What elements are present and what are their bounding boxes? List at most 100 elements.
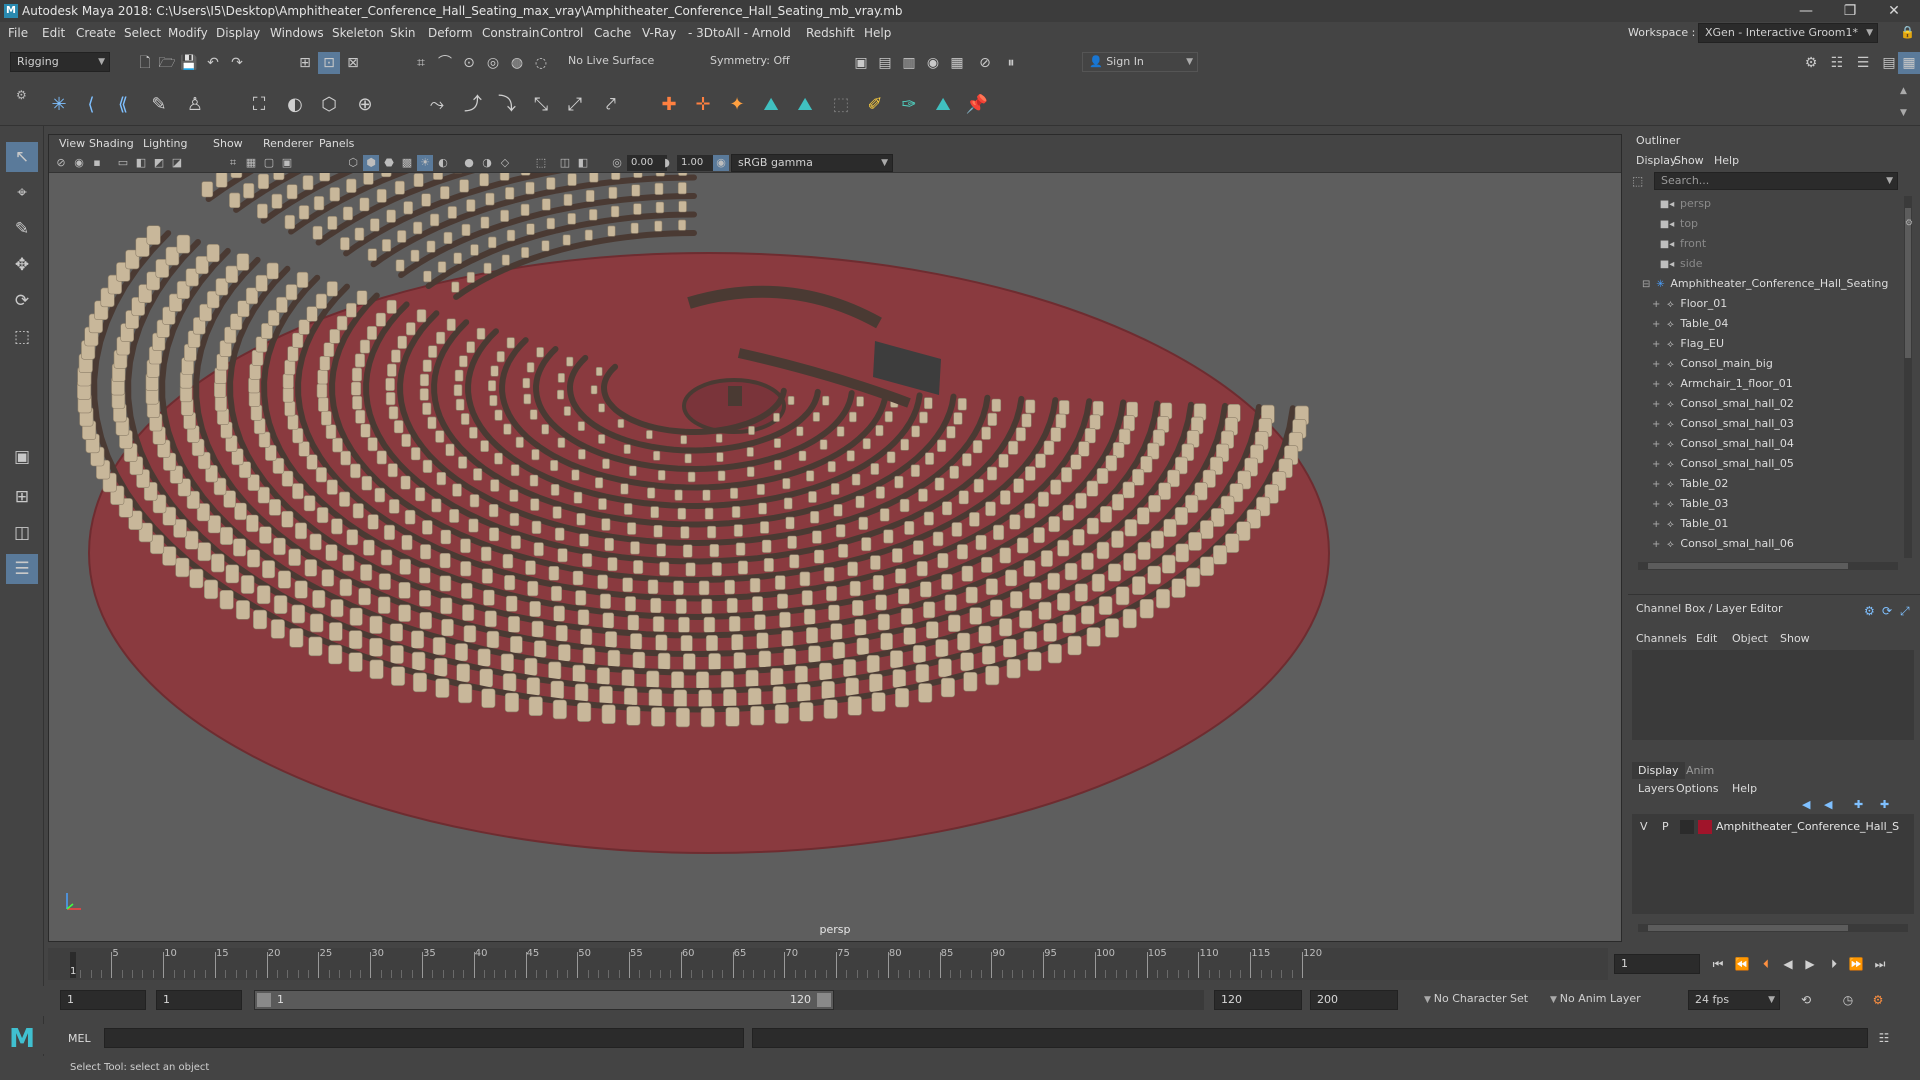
workspace-dropdown[interactable]: XGen - Interactive Groom1* ▼ [1698, 23, 1878, 43]
new-scene-icon[interactable]: 🗋 [134, 52, 156, 74]
shadows-icon[interactable]: ◐ [435, 155, 451, 171]
paint-select-icon[interactable]: ✎ [6, 214, 38, 244]
layer-visibility-toggle[interactable]: V [1640, 820, 1648, 833]
expand-plus-icon[interactable]: + [1652, 379, 1660, 390]
current-frame-field[interactable]: 1 [1614, 954, 1700, 974]
menu-file[interactable]: File [8, 26, 28, 40]
channel-box-area[interactable] [1632, 650, 1914, 740]
expand-plus-icon[interactable]: + [1652, 339, 1660, 350]
expand-plus-icon[interactable]: + [1652, 519, 1660, 530]
outliner-search-field[interactable]: Search... ▼ [1654, 172, 1898, 190]
viewport-panel[interactable]: View Shading Lighting Show Renderer Panels ⊘ … [48, 134, 1622, 942]
play-backward-icon[interactable]: ◀ [1778, 954, 1798, 974]
layer-menu-options[interactable]: Options [1676, 782, 1718, 795]
layer-color-swatch[interactable] [1698, 820, 1712, 834]
xray-joints-icon[interactable]: ◧ [575, 155, 591, 171]
menu-skeleton[interactable]: Skeleton [332, 26, 384, 40]
arnold-light-icon[interactable]: ⛰ [758, 92, 784, 118]
outliner-scroll-thumb[interactable] [1905, 208, 1911, 358]
layer-menu-help[interactable]: Help [1732, 782, 1757, 795]
render-view-icon[interactable]: ▦ [946, 52, 968, 74]
anim-layer-dropdown[interactable]: ▼ No Anim Layer [1544, 990, 1654, 1010]
blank-shelf-icon[interactable]: ⬚ [828, 92, 854, 118]
outliner-vertical-scrollbar[interactable] [1904, 196, 1912, 558]
snap-grid-icon[interactable]: ⌗ [410, 52, 432, 74]
constraint-parent-icon[interactable]: ⤳ [424, 92, 450, 118]
snap-plane-icon[interactable]: ◌ [530, 52, 552, 74]
play-forward-icon[interactable]: ▶ [1800, 954, 1820, 974]
exposure-icon[interactable]: ◎ [609, 155, 625, 171]
new-layer-icon[interactable]: ✚ [1854, 798, 1863, 811]
channel-box-refresh-icon[interactable]: ⟳ [1882, 604, 1892, 618]
tool-settings-icon[interactable]: ☰ [1852, 52, 1874, 74]
outliner-item[interactable]: ⊟ ✳ Amphitheater_Conference_Hall_Seating [1632, 274, 1902, 294]
range-slider[interactable]: 1 120 [254, 990, 834, 1010]
loop-icon[interactable]: ⟲ [1796, 990, 1816, 1010]
menu-constrain[interactable]: Constrain [482, 26, 540, 40]
wireframe-icon[interactable]: ⬡ [345, 155, 361, 171]
gamma-icon[interactable]: ◗ [659, 155, 675, 171]
auto-key-icon[interactable]: ◷ [1838, 990, 1858, 1010]
expand-plus-icon[interactable]: + [1652, 479, 1660, 490]
outliner-filter-icon[interactable]: ⬚ [1632, 174, 1643, 188]
menu-create[interactable]: Create [76, 26, 116, 40]
render-settings-icon[interactable]: ▥ [898, 52, 920, 74]
motion-blur-icon[interactable]: ◑ [479, 155, 495, 171]
constraint-point-icon[interactable]: ⤴ [460, 92, 486, 118]
constraint-pole-icon[interactable]: ⤤ [598, 92, 624, 118]
layer-list[interactable]: V P Amphitheater_Conference_Hall_S [1632, 814, 1914, 914]
outliner-item[interactable]: + ⟡ Armchair_1_floor_01 [1632, 374, 1902, 394]
paint-blend-icon[interactable]: ✐ [862, 92, 888, 118]
expand-plus-icon[interactable]: + [1652, 439, 1660, 450]
expand-plus-icon[interactable]: + [1652, 499, 1660, 510]
symmetry-dropdown[interactable]: Symmetry: Off [704, 52, 804, 72]
collapse-minus-icon[interactable]: ⊟ [1642, 279, 1650, 290]
character-icon[interactable]: ✦ [724, 92, 750, 118]
textured-icon[interactable]: ▩ [399, 155, 415, 171]
resolution-gate-icon[interactable]: ◪ [169, 155, 185, 171]
expand-plus-icon[interactable]: + [1652, 359, 1660, 370]
viewport-menu-view[interactable]: View [59, 137, 85, 150]
layer-row[interactable]: V P Amphitheater_Conference_Hall_S [1632, 818, 1914, 836]
shelf-scroll-up-icon[interactable]: ▲ [1900, 86, 1907, 96]
minimize-button[interactable]: — [1786, 2, 1826, 20]
expand-plus-icon[interactable]: + [1652, 419, 1660, 430]
outliner-toggle-icon[interactable]: ▦ [1898, 52, 1920, 74]
go-to-end-icon[interactable]: ⏭ [1870, 954, 1890, 974]
outliner-item[interactable]: + ⟡ Table_03 [1632, 494, 1902, 514]
color-space-dropdown[interactable]: sRGB gamma ▼ [731, 154, 893, 172]
humanik-icon[interactable]: ♙ [182, 92, 208, 118]
menu-control[interactable]: Control [540, 26, 583, 40]
bind-skin-icon[interactable]: ⛶ [246, 92, 272, 118]
lock-camera-icon[interactable]: ◧ [133, 155, 149, 171]
field-chart-icon[interactable]: ▦ [243, 155, 259, 171]
range-slider-end-handle[interactable] [817, 993, 831, 1007]
undo-icon[interactable]: ↶ [202, 52, 224, 74]
lasso-tool-icon[interactable]: ⌖ [6, 178, 38, 208]
safe-action-icon[interactable]: ▢ [261, 155, 277, 171]
image-plane-icon[interactable]: ▭ [115, 155, 131, 171]
xgen-icon[interactable]: ⛰ [930, 92, 956, 118]
use-lights-icon[interactable]: ☀ [417, 155, 433, 171]
animation-prefs-icon[interactable]: ⚙ [1868, 990, 1888, 1010]
attribute-editor-icon[interactable]: ☷ [1826, 52, 1848, 74]
ik-handle-icon[interactable]: ⟨ [78, 92, 104, 118]
layer-tab-display[interactable]: Display [1632, 762, 1685, 779]
expand-plus-icon[interactable]: + [1652, 399, 1660, 410]
camera-attributes-icon[interactable]: ⊘ [53, 155, 69, 171]
layer-hscroll-thumb[interactable] [1648, 925, 1848, 931]
menu-display[interactable]: Display [216, 26, 260, 40]
hypershade-icon[interactable]: ◉ [922, 52, 944, 74]
snap-surface-icon[interactable]: ◍ [506, 52, 528, 74]
outliner-item[interactable]: + ⟡ Table_02 [1632, 474, 1902, 494]
outliner-hscroll-thumb[interactable] [1648, 563, 1848, 569]
rotate-tool-icon[interactable]: ⟳ [6, 286, 38, 316]
outliner-item[interactable]: ■◂ side [1632, 254, 1902, 274]
xray-icon[interactable]: ◫ [557, 155, 573, 171]
redo-icon[interactable]: ↷ [226, 52, 248, 74]
viewport-menu-panels[interactable]: Panels [319, 137, 354, 150]
select-component-icon[interactable]: ⊠ [342, 52, 364, 74]
script-language-label[interactable]: MEL [68, 1032, 91, 1045]
select-tool-icon[interactable]: ↖ [6, 142, 38, 172]
expand-plus-icon[interactable]: + [1652, 319, 1660, 330]
